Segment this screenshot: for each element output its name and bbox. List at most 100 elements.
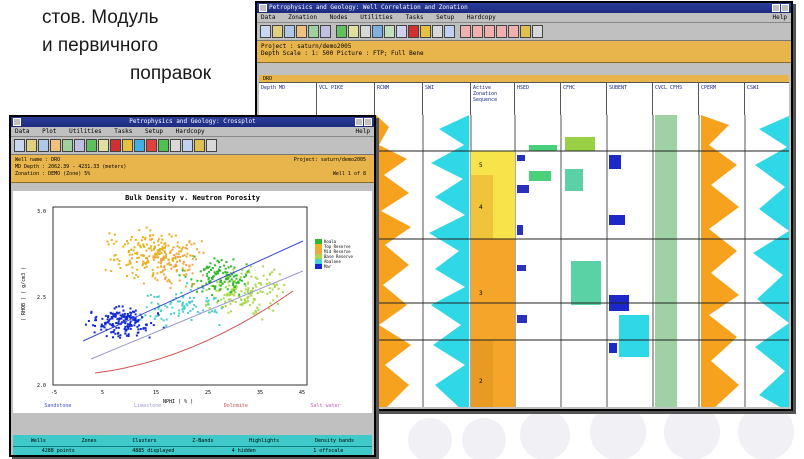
system-menu-icon[interactable] [259,4,267,12]
toolbar-log-icon[interactable] [272,25,283,38]
menu-setup[interactable]: Setup [436,14,454,21]
toolbar-edit-icon[interactable] [182,139,193,152]
scatter-point [186,247,189,250]
toolbar-palette-icon[interactable] [420,25,431,38]
menu-utilities[interactable]: Utilities [69,128,102,135]
scatter-point [118,260,121,262]
menu-help[interactable]: Help [773,13,787,23]
menu-tasks[interactable]: Tasks [114,128,132,135]
scatter-point [115,322,118,324]
correlation-titlebar[interactable]: Petrophysics and Geology: Well Correlati… [257,3,791,13]
toolbar-grid-icon[interactable] [74,139,85,152]
scatter-point [188,301,191,303]
toolbar-green-icon[interactable] [86,139,97,152]
toolbar-green-icon[interactable] [336,25,347,38]
scatter-point [160,317,163,320]
menu-hardcopy[interactable]: Hardcopy [176,128,205,135]
scatter-point [159,248,161,250]
toolbar-text-icon[interactable] [432,25,443,38]
toolbar-shade-icon[interactable] [348,25,359,38]
toolbar-well-icon[interactable] [14,139,25,152]
window-controls [355,118,372,126]
scatter-point [261,318,264,321]
wells-button[interactable]: Wells [25,437,52,445]
scatter-point [247,300,250,303]
menu-tasks[interactable]: Tasks [405,14,423,21]
scatter-point [283,283,286,286]
toolbar-log-icon[interactable] [26,139,37,152]
maximize-icon[interactable] [364,118,372,126]
scatter-point [193,242,196,245]
density-bands-button[interactable]: Density bands [309,437,360,445]
toolbar-printer-icon[interactable] [206,139,217,152]
menu-data[interactable]: Data [15,128,29,135]
scatter-point [129,307,132,310]
crossplot-titlebar[interactable]: Petrophysics and Geology: Crossplot [11,117,374,127]
menu-setup[interactable]: Setup [145,128,163,135]
toolbar-all-icon[interactable] [170,139,181,152]
menu-hardcopy[interactable]: Hardcopy [467,14,496,21]
toolbar-correlate-icon[interactable] [62,139,73,152]
toolbar-select-icon[interactable] [158,139,169,152]
zone-2[interactable] [471,340,493,407]
menu-nodes[interactable]: Nodes [330,14,348,21]
zones-button[interactable]: Zones [76,437,103,445]
toolbar-crossplot-icon[interactable] [384,25,395,38]
toolbar-scale5-icon[interactable] [508,25,519,38]
toolbar-printer-icon[interactable] [532,25,543,38]
toolbar-correlate-icon[interactable] [308,25,319,38]
menu-zonation[interactable]: Zonation [288,14,317,21]
zone-5-sub[interactable] [493,151,515,239]
toolbar-bands-icon[interactable] [134,139,145,152]
toolbar-scale2-icon[interactable] [472,25,483,38]
toolbar-scale4-icon[interactable] [496,25,507,38]
minimize-icon[interactable] [355,118,363,126]
scatter-point [94,325,96,327]
scatter-point [211,310,213,313]
toolbar-edit-icon[interactable] [444,25,455,38]
toolbar-zone-icon[interactable] [296,25,307,38]
scatter-point [219,281,222,283]
minimize-icon[interactable] [772,4,780,12]
scatter-point [150,322,153,325]
toolbar-scale1-icon[interactable] [460,25,471,38]
toolbar-grid-icon[interactable] [320,25,331,38]
scatter-point [273,286,276,288]
toolbar-plus-icon[interactable] [360,25,371,38]
toolbar-zone-icon[interactable] [50,139,61,152]
toolbar-stop-icon[interactable] [110,139,121,152]
scatter-point [219,266,222,268]
x-tick-3: 15 [153,390,159,396]
highlights-button[interactable]: Highlights [243,437,285,445]
toolbar-scale3-icon[interactable] [484,25,495,38]
scatter-point [239,278,241,281]
toolbar-flag-icon[interactable] [146,139,157,152]
maximize-icon[interactable] [781,4,789,12]
z-bands-button[interactable]: Z-Bands [186,437,219,445]
scatter-point [150,245,153,248]
scatter-point [206,272,209,275]
menu-help[interactable]: Help [356,127,370,137]
scatter-point [142,245,145,248]
toolbar-well-icon[interactable] [260,25,271,38]
scatter-point [178,312,181,315]
zone-label-3: 3 [479,290,483,297]
toolbar-track-icon[interactable] [284,25,295,38]
toolbar-color-icon[interactable] [194,139,205,152]
clusters-button[interactable]: Clusters [126,437,162,445]
toolbar-stop-icon[interactable] [408,25,419,38]
zone-label-2: 2 [479,378,483,385]
toolbar-depth-icon[interactable] [396,25,407,38]
toolbar-track-icon[interactable] [38,139,49,152]
system-menu-icon[interactable] [13,118,21,126]
toolbar-palette-icon[interactable] [122,139,133,152]
menu-plot[interactable]: Plot [42,128,56,135]
crossplot-svg[interactable]: 3.0 2.5 2.0 -5 5 15 25 35 45 NPHI ( % ) … [13,191,372,413]
toolbar-shade-icon[interactable] [98,139,109,152]
legend-mar[interactable]: Mar [315,264,353,269]
menu-data[interactable]: Data [261,14,275,21]
toolbar-color-icon[interactable] [520,25,531,38]
menu-utilities[interactable]: Utilities [360,14,393,21]
toolbar-node-icon[interactable] [372,25,383,38]
scatter-point [176,260,179,263]
